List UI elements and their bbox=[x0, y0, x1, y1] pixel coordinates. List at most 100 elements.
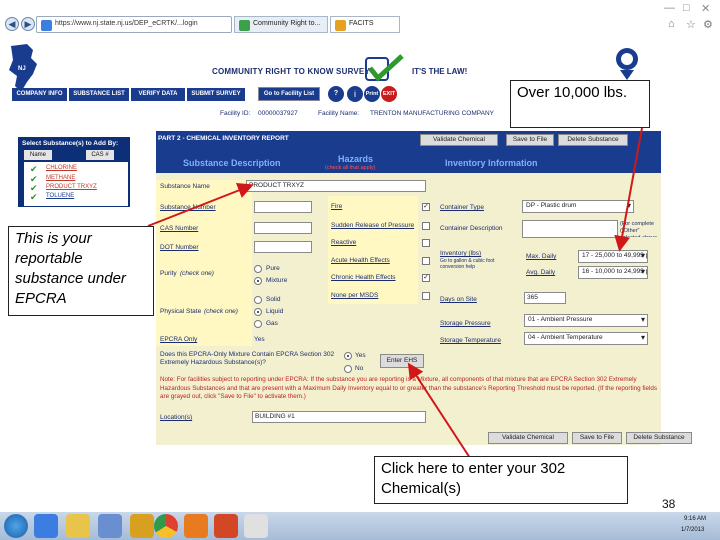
inventory-lbs-label: Inventory (lbs) bbox=[440, 250, 482, 257]
location-field[interactable]: BUILDING #1 bbox=[252, 411, 426, 423]
state-liquid-label: Liquid bbox=[266, 308, 284, 315]
max-daily-select[interactable]: 17 - 25,000 to 49,999 pounds bbox=[578, 250, 648, 263]
taskbar-time: 9:16 AM bbox=[684, 516, 707, 522]
internet-explorer-icon[interactable] bbox=[34, 514, 58, 538]
ehs-no-radio[interactable] bbox=[344, 365, 352, 373]
outlook-icon[interactable] bbox=[184, 514, 208, 538]
save-to-file-button-top[interactable]: Save to File bbox=[506, 134, 554, 146]
go-to-facility-list-button[interactable]: Go to Facility List bbox=[258, 87, 320, 101]
delete-substance-button-bottom[interactable]: Delete Substance bbox=[626, 432, 692, 444]
storage-pressure-select[interactable]: 01 - Ambient Pressure bbox=[524, 314, 648, 327]
favorites-star-icon[interactable]: ☆ bbox=[686, 18, 696, 31]
physical-state-label: Physical State bbox=[160, 308, 202, 315]
nav-submit-survey[interactable]: SUBMIT SURVEY bbox=[187, 88, 245, 101]
state-gas-radio[interactable] bbox=[254, 320, 262, 328]
nav-verify-data[interactable]: VERIFY DATA bbox=[131, 88, 185, 101]
purity-pure-radio[interactable] bbox=[254, 265, 262, 273]
substance-name-field[interactable]: PRODUCT TRXYZ bbox=[246, 180, 426, 192]
hazard-chronic-checkbox[interactable]: ✓ bbox=[422, 274, 430, 282]
ehs-no-label: No bbox=[355, 365, 364, 372]
avg-daily-select[interactable]: 16 - 10,000 to 24,999 pounds bbox=[578, 266, 648, 279]
avg-daily-label: Avg. Daily bbox=[526, 269, 556, 276]
cas-number-field[interactable] bbox=[254, 222, 312, 234]
svg-text:NJ: NJ bbox=[18, 66, 26, 72]
back-button[interactable]: ◀ bbox=[5, 17, 19, 31]
start-button[interactable] bbox=[4, 514, 28, 538]
media-player-icon[interactable] bbox=[98, 514, 122, 538]
container-description-field[interactable] bbox=[522, 220, 618, 238]
tab-favicon-icon bbox=[335, 20, 346, 31]
java-icon[interactable] bbox=[244, 514, 268, 538]
dot-number-label: DOT Number bbox=[160, 244, 199, 251]
hazard-chronic-label: Chronic Health Effects bbox=[331, 274, 396, 281]
hazard-acute-checkbox[interactable] bbox=[422, 257, 430, 265]
taskbar-date: 1/7/2013 bbox=[681, 527, 705, 533]
epcra-only-label: EPCRA Only bbox=[160, 336, 198, 343]
help-icon[interactable]: ? bbox=[328, 86, 344, 102]
info-icon[interactable]: i bbox=[347, 86, 363, 102]
exit-button[interactable]: EXIT bbox=[381, 86, 397, 102]
banner-slogan: IT'S THE LAW! bbox=[412, 67, 468, 76]
enter-ehs-button[interactable]: Enter EHS bbox=[380, 354, 424, 368]
hazard-none-checkbox[interactable] bbox=[422, 292, 430, 300]
forward-button[interactable]: ▶ bbox=[21, 17, 35, 31]
facility-name-label: Facility Name: bbox=[318, 110, 360, 117]
settings-gear-icon[interactable]: ⚙ bbox=[703, 18, 713, 31]
url-text: https://www.nj.state.nj.us/DEP_eCRTK/...… bbox=[55, 20, 198, 27]
name-column-button[interactable]: Name bbox=[24, 150, 52, 160]
list-item[interactable]: PRODUCT TRXYZ bbox=[46, 184, 97, 190]
purity-mixture-radio[interactable] bbox=[254, 277, 262, 285]
state-liquid-radio[interactable] bbox=[254, 308, 262, 316]
callout-click-here: Click here to enter your 302 Chemical(s) bbox=[374, 456, 628, 504]
validate-chemical-button-top[interactable]: Validate Chemical bbox=[420, 134, 498, 146]
list-item[interactable]: METHANE bbox=[46, 175, 75, 181]
ehs-note: Note: For facilities subject to reportin… bbox=[160, 376, 658, 400]
ehs-question: Does this EPCRA-Only Mixture Contain EPC… bbox=[160, 351, 335, 366]
facility-id-value: 00000037927 bbox=[258, 110, 298, 117]
tab-facits[interactable]: FACITS bbox=[330, 16, 400, 33]
close-button[interactable]: ✕ bbox=[701, 2, 710, 15]
purity-label: Purity bbox=[160, 270, 177, 277]
print-button[interactable]: Print bbox=[364, 86, 380, 102]
location-label: Location(s) bbox=[160, 414, 193, 421]
epcra-only-value: Yes bbox=[254, 336, 265, 343]
ehs-yes-radio[interactable] bbox=[344, 352, 352, 360]
container-type-select[interactable]: DP - Plastic drum bbox=[522, 200, 634, 213]
hazard-reactive-checkbox[interactable] bbox=[422, 239, 430, 247]
storage-pressure-label: Storage Pressure bbox=[440, 320, 491, 327]
home-icon[interactable]: ⌂ bbox=[668, 18, 675, 30]
save-to-file-button-bottom[interactable]: Save to File bbox=[572, 432, 622, 444]
cas-column-button[interactable]: CAS # bbox=[86, 150, 114, 160]
conversion-help-link[interactable]: Go to gallon & cubic foot conversion hel… bbox=[440, 258, 514, 270]
container-description-note: (For complete ("Other" selected above bbox=[620, 221, 657, 237]
nav-company-info[interactable]: COMPANY INFO bbox=[12, 88, 67, 101]
file-explorer-icon[interactable] bbox=[66, 514, 90, 538]
part-2-title: PART 2 - CHEMICAL INVENTORY REPORT bbox=[158, 135, 289, 142]
tab-community-right[interactable]: Community Right to... bbox=[234, 16, 328, 33]
physical-state-hint: (check one) bbox=[204, 308, 238, 315]
address-bar[interactable]: https://www.nj.state.nj.us/DEP_eCRTK/...… bbox=[36, 16, 232, 33]
chrome-icon[interactable] bbox=[154, 514, 178, 538]
powerpoint-icon[interactable] bbox=[214, 514, 238, 538]
minimize-button[interactable]: — bbox=[664, 2, 675, 14]
purity-pure-label: Pure bbox=[266, 265, 280, 272]
maximize-button[interactable]: □ bbox=[683, 2, 690, 14]
substance-name-label: Substance Name bbox=[160, 183, 210, 190]
list-item[interactable]: CHLORINE bbox=[46, 165, 77, 171]
state-gas-label: Gas bbox=[266, 320, 278, 327]
state-solid-radio[interactable] bbox=[254, 296, 262, 304]
storage-temperature-select[interactable]: 04 - Ambient Temperature bbox=[524, 332, 648, 345]
dot-number-field[interactable] bbox=[254, 241, 312, 253]
validate-chemical-button-bottom[interactable]: Validate Chemical bbox=[488, 432, 568, 444]
checkmark-logo-icon bbox=[365, 54, 404, 82]
hazard-fire-checkbox[interactable]: ✓ bbox=[422, 203, 430, 211]
delete-substance-button-top[interactable]: Delete Substance bbox=[558, 134, 628, 146]
hazard-sudden-release-checkbox[interactable] bbox=[422, 222, 430, 230]
dep-seal-icon bbox=[616, 48, 638, 80]
list-item[interactable]: TOLUENE bbox=[46, 193, 74, 199]
nav-substance-list[interactable]: SUBSTANCE LIST bbox=[69, 88, 129, 101]
days-on-site-field[interactable]: 365 bbox=[524, 292, 566, 304]
substance-number-field[interactable] bbox=[254, 201, 312, 213]
section-hazards: Hazards bbox=[338, 154, 374, 164]
firefox-icon[interactable] bbox=[130, 514, 154, 538]
